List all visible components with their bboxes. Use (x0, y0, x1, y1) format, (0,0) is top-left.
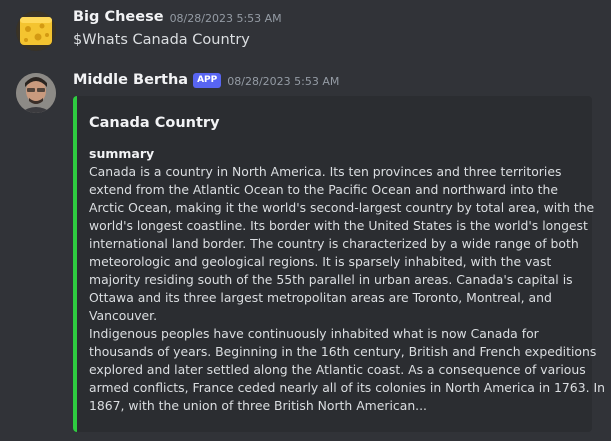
timestamp: 08/28/2023 5:53 AM (169, 11, 282, 25)
username[interactable]: Big Cheese (73, 9, 164, 25)
app-badge: APP (193, 72, 222, 88)
username[interactable]: Middle Bertha (73, 72, 188, 88)
embed-text-line: majority residing south of the 55th para… (89, 272, 573, 287)
embed-text-line: armed conflicts, France ceded nearly all… (89, 380, 605, 395)
embed-text-line: Vancouver. (89, 308, 158, 323)
avatar[interactable] (16, 73, 56, 113)
embed-field-name: summary (89, 146, 155, 161)
message-header: Middle Bertha APP 08/28/2023 5:53 AM (73, 72, 339, 88)
cheese-avatar-icon (16, 11, 56, 51)
embed-text-line: 1867, with the union of three British No… (89, 398, 427, 413)
avatar[interactable] (16, 11, 56, 51)
chat-messages: Big Cheese 08/28/2023 5:53 AM $Whats Can… (0, 0, 611, 441)
embed-text-line: Canada is a country in North America. It… (89, 164, 562, 179)
embed-title: Canada Country (89, 115, 220, 131)
embed-text-line: thousands of years. Beginning in the 16t… (89, 344, 597, 359)
embed-text-line: Indigenous peoples have continuously inh… (89, 326, 539, 341)
embed-text-line: international land border. The country i… (89, 236, 579, 251)
embed-text-line: extend from the Atlantic Ocean to the Pa… (89, 182, 558, 197)
embed-text-line: Ottawa and its three largest metropolita… (89, 290, 552, 305)
message-header: Big Cheese 08/28/2023 5:53 AM (73, 9, 282, 25)
embed-text-line: meteorologic and geological regions. It … (89, 254, 552, 269)
user-photo-avatar-icon (16, 73, 56, 113)
embed-card: Canada Country summary Canada is a count… (73, 96, 605, 432)
embed-text-line: world's longest coastline. Its border wi… (89, 218, 588, 233)
message-text: $Whats Canada Country (73, 32, 250, 48)
embed-field-value: Canada is a country in North America. It… (89, 163, 605, 415)
embed-text-line: Arctic Ocean, making it the world's seco… (89, 200, 595, 215)
timestamp: 08/28/2023 5:53 AM (227, 74, 340, 88)
embed-text-line: explored and later settled along the Atl… (89, 362, 586, 377)
